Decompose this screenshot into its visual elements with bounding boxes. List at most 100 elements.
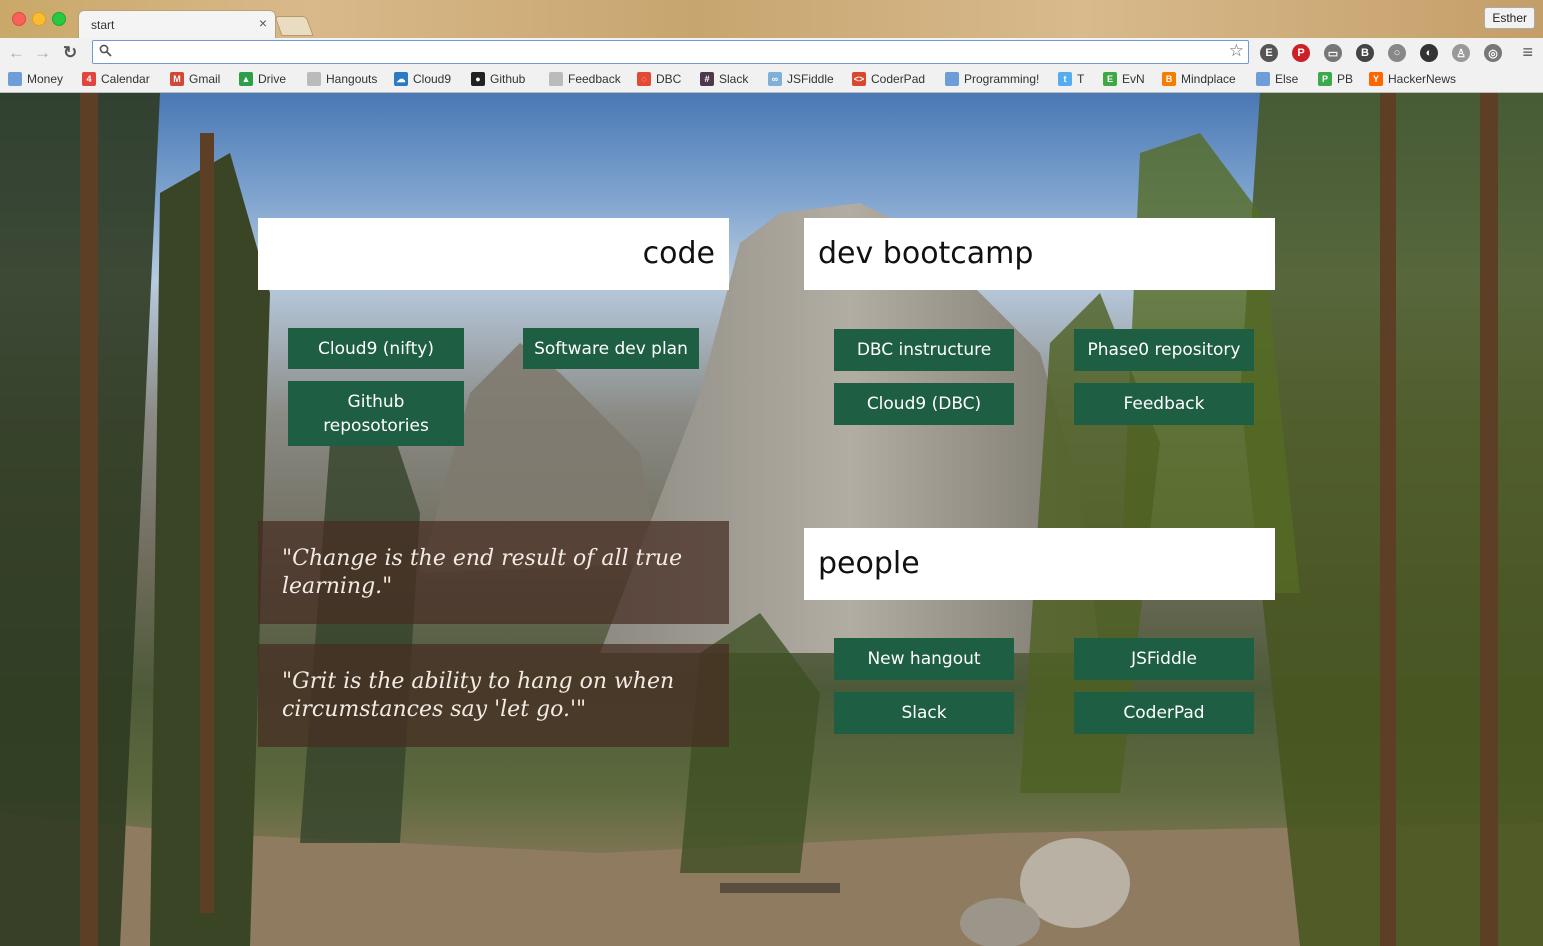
- section-header-people: people: [804, 528, 1275, 600]
- bookmark-label: Else: [1275, 72, 1299, 86]
- coderpad-icon: <>: [852, 72, 866, 86]
- gmail-icon: M: [170, 72, 184, 86]
- bookmark-programming[interactable]: Programming!: [945, 72, 1039, 86]
- bookmark-label: T: [1077, 72, 1085, 86]
- maximize-window-button[interactable]: [52, 12, 66, 26]
- forward-icon[interactable]: →: [34, 43, 51, 63]
- close-window-button[interactable]: [12, 12, 26, 26]
- bookmark-label: Hangouts: [326, 72, 378, 86]
- back-icon[interactable]: ←: [8, 43, 25, 63]
- address-input[interactable]: [117, 42, 1221, 64]
- shield-ext-icon[interactable]: ◐: [1420, 44, 1438, 62]
- bookmark-label: Drive: [258, 72, 287, 86]
- link-slack[interactable]: Slack: [834, 692, 1014, 734]
- start-page: code dev bootcamp people Cloud9 (nifty) …: [0, 93, 1543, 946]
- slack-icon: #: [700, 72, 714, 86]
- drive-icon: ▲: [239, 72, 253, 86]
- bookmark-coderpad[interactable]: <> CoderPad: [852, 72, 925, 86]
- bookmark-else[interactable]: Else: [1256, 72, 1298, 86]
- bookmark-hangouts[interactable]: Hangouts: [307, 72, 377, 86]
- bookmark-star-icon[interactable]: ☆: [1229, 41, 1244, 61]
- bookmark-evn[interactable]: E EvN: [1103, 72, 1145, 86]
- bookmark-cloud9[interactable]: ☁ Cloud9: [394, 72, 451, 86]
- evernote-icon: E: [1103, 72, 1117, 86]
- bookmark-label: Programming!: [964, 72, 1040, 86]
- bookmark-pb[interactable]: P PB: [1318, 72, 1353, 86]
- bookmarks-bar: Money 4 Calendar M Gmail ▲ Drive Hangouts ☁ Cloud…: [0, 68, 1543, 93]
- menu-icon[interactable]: ≡: [1522, 42, 1533, 63]
- pb-icon: P: [1318, 72, 1332, 86]
- bookmark-label: Gmail: [189, 72, 221, 86]
- bookmark-mindplace[interactable]: B Mindplace: [1162, 72, 1236, 86]
- tab-start[interactable]: start ×: [78, 10, 276, 39]
- bookmark-label: EvN: [1122, 72, 1145, 86]
- link-feedback[interactable]: Feedback: [1074, 383, 1254, 425]
- bookmark-label: Cloud9: [413, 72, 452, 86]
- minimize-window-button[interactable]: [32, 12, 46, 26]
- new-tab-button[interactable]: [274, 16, 314, 36]
- reload-icon[interactable]: ↻: [63, 43, 77, 63]
- bookmark-label: HackerNews: [1388, 72, 1457, 86]
- link-github-reposotories[interactable]: Github reposotories: [288, 381, 464, 446]
- link-coderpad[interactable]: CoderPad: [1074, 692, 1254, 734]
- bookmark-dbc[interactable]: ◌ DBC: [637, 72, 681, 86]
- bookmark-github[interactable]: ● Github: [471, 72, 525, 86]
- page-icon: [307, 72, 321, 86]
- hackernews-icon: Y: [1369, 72, 1383, 86]
- bookmark-slack[interactable]: # Slack: [700, 72, 748, 86]
- bookmark-jsfiddle[interactable]: ∞ JSFiddle: [768, 72, 834, 86]
- bookmark-feedback[interactable]: Feedback: [549, 72, 621, 86]
- bookmark-hackernews[interactable]: Y HackerNews: [1369, 72, 1456, 86]
- link-cloud9-dbc[interactable]: Cloud9 (DBC): [834, 383, 1014, 425]
- link-phase0-repository[interactable]: Phase0 repository: [1074, 329, 1254, 371]
- cloud9-icon: ☁: [394, 72, 408, 86]
- bookmark-calendar[interactable]: 4 Calendar: [82, 72, 150, 86]
- search-ext-icon[interactable]: ○: [1388, 44, 1406, 62]
- calendar-icon: 4: [82, 72, 96, 86]
- folder-icon: [945, 72, 959, 86]
- address-bar[interactable]: ☆: [92, 40, 1249, 64]
- bookmark-label: Slack: [719, 72, 749, 86]
- bookmark-label: JSFiddle: [787, 72, 834, 86]
- bookmark-label: Money: [27, 72, 64, 86]
- link-jsfiddle[interactable]: JSFiddle: [1074, 638, 1254, 680]
- search-icon: [99, 44, 112, 60]
- bookmark-label: Feedback: [568, 72, 621, 86]
- jsfiddle-icon: ∞: [768, 72, 782, 86]
- section-header-code: code: [258, 218, 729, 290]
- tab-title: start: [91, 18, 115, 32]
- clipper-icon[interactable]: B: [1356, 44, 1374, 62]
- profile-button[interactable]: Esther: [1484, 7, 1535, 29]
- link-dbc-instructure[interactable]: DBC instructure: [834, 329, 1014, 371]
- bookmark-t[interactable]: tT: [1058, 72, 1084, 86]
- bookmark-label: CoderPad: [871, 72, 926, 86]
- title-bar: start × Esther: [0, 0, 1543, 39]
- folder-icon: [8, 72, 22, 86]
- bookmark-gmail[interactable]: M Gmail: [170, 72, 220, 86]
- bookmark-label: Github: [490, 72, 526, 86]
- link-new-hangout[interactable]: New hangout: [834, 638, 1014, 680]
- bookmark-label: Calendar: [101, 72, 150, 86]
- quote-grit: "Grit is the ability to hang on when cir…: [258, 644, 729, 747]
- cast-icon[interactable]: ▭: [1324, 44, 1342, 62]
- person-ext-icon[interactable]: ♙: [1452, 44, 1470, 62]
- background-landscape: [0, 93, 1543, 946]
- evernote-icon[interactable]: E: [1260, 44, 1278, 62]
- github-icon: ●: [471, 72, 485, 86]
- page-icon: [549, 72, 563, 86]
- bookmark-label: DBC: [656, 72, 682, 86]
- link-software-dev-plan[interactable]: Software dev plan: [523, 328, 699, 369]
- pinterest-icon[interactable]: P: [1292, 44, 1310, 62]
- bookmark-drive[interactable]: ▲ Drive: [239, 72, 286, 86]
- tab-close-icon[interactable]: ×: [259, 15, 267, 31]
- compass-ext-icon[interactable]: ◎: [1484, 44, 1502, 62]
- quote-change: "Change is the end result of all true le…: [258, 521, 729, 624]
- link-cloud9-nifty[interactable]: Cloud9 (nifty): [288, 328, 464, 369]
- browser-toolbar: ← → ↻ ☆ E P ▭ B ○ ◐ ♙ ◎ ≡: [0, 38, 1543, 68]
- bookmark-label: Mindplace: [1181, 72, 1236, 86]
- twitter-icon: t: [1058, 72, 1072, 86]
- folder-icon: [1256, 72, 1270, 86]
- section-header-dev-bootcamp: dev bootcamp: [804, 218, 1275, 290]
- bookmark-money[interactable]: Money: [8, 72, 63, 86]
- bookmark-label: PB: [1337, 72, 1354, 86]
